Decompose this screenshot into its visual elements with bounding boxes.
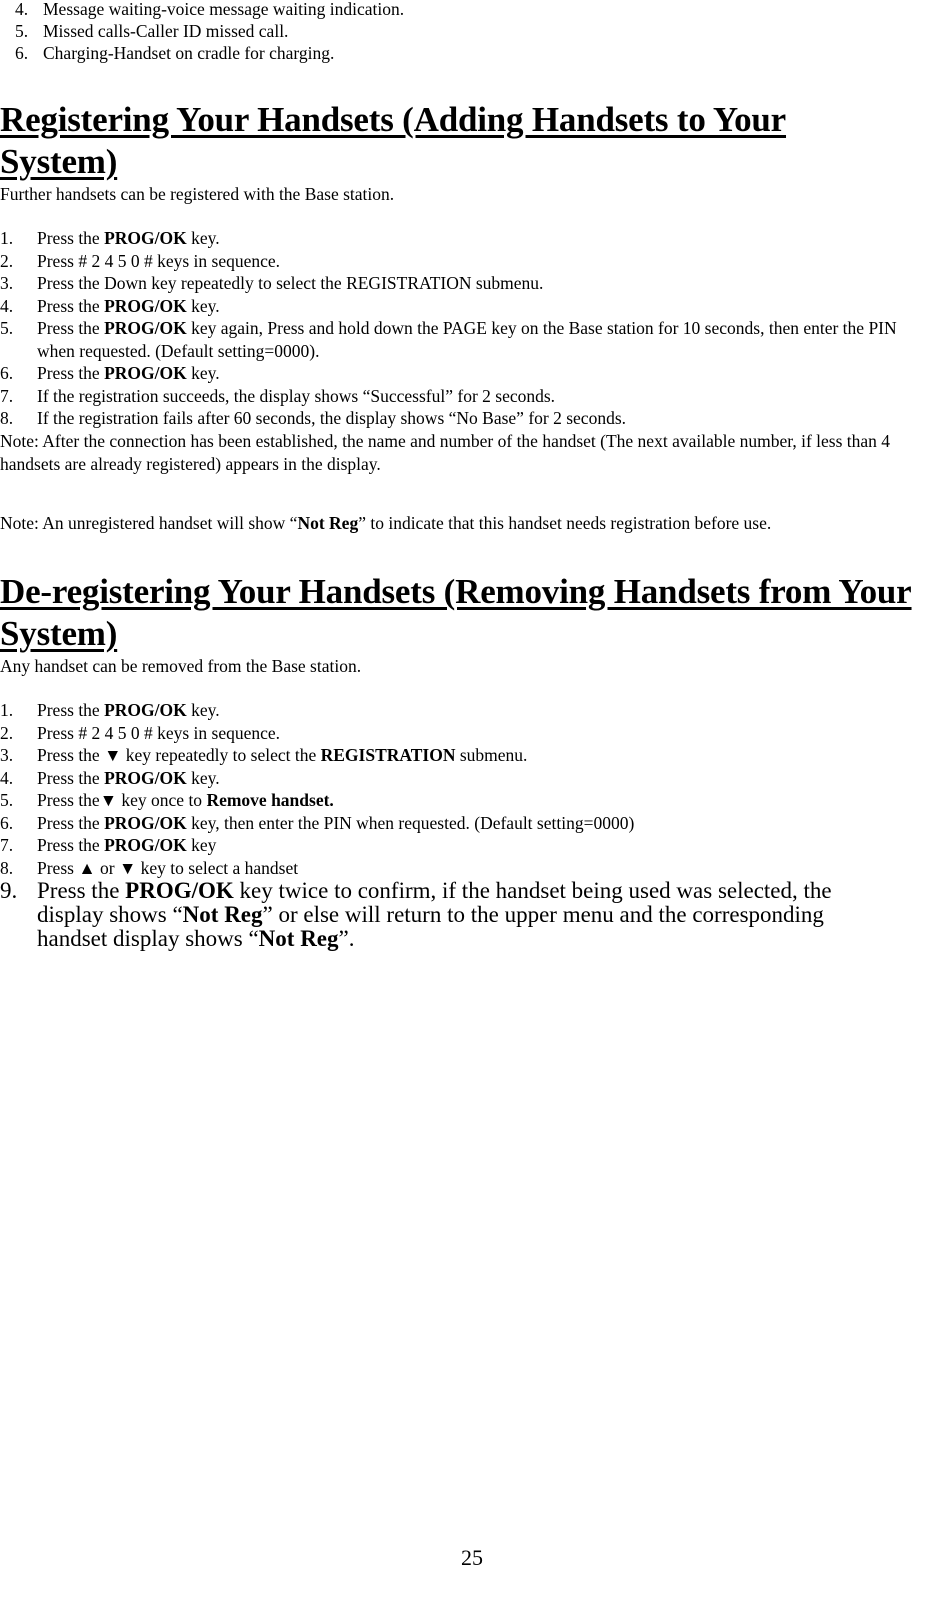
step: 3. Press the ▼ key repeatedly to select … [0, 745, 528, 765]
unregistered-note: Note: An unregistered handset will show … [0, 513, 772, 533]
status-icon-list: 4. Message waiting-voice message waiting … [15, 0, 404, 64]
list-item: 4. Message waiting-voice message waiting … [15, 0, 405, 19]
page-number: 25 [461, 1545, 483, 1570]
register-steps: 1. Press the PROG/OK key. 2. Press # 2 4 5… [0, 227, 927, 430]
step: 1. Press the PROG/OK key. [0, 700, 220, 720]
step: 9. Press the PROG/OK key twice to confirm… [0, 878, 832, 951]
step: 8. If the registration fails after 60 sec… [0, 408, 627, 428]
step: 7. If the registration succeeds, the disp… [0, 385, 556, 406]
list-item: 6. Charging-Handset on cradle for chargin… [15, 43, 335, 63]
step: 5. Press the PROG/OK key again, Press and… [0, 318, 897, 361]
step: 4. Press the PROG/OK key. [0, 295, 220, 316]
deregister-intro: Any handset can be removed from the Base… [0, 656, 362, 676]
deregister-heading: De-registering Your Handsets (Removing H… [0, 572, 912, 653]
register-note: Note: After the connection has been esta… [0, 431, 891, 474]
step: 2. Press # 2 4 5 0 # keys in sequence. [0, 250, 281, 271]
step: 2. Press # 2 4 5 0 # keys in sequence. [0, 722, 281, 743]
deregister-section: De-registering Your Handsets (Removing H… [0, 571, 944, 678]
step: 4. Press the PROG/OK key. [0, 767, 220, 788]
step: 1. Press the PROG/OK key. [0, 228, 220, 248]
deregister-steps: 1. Press the PROG/OK key. 2. Press # 2 4 5… [0, 699, 897, 951]
step: 8. Press ▲ or ▼ key to select a handset [0, 857, 299, 878]
step: 5. Press the▼ key once to Remove handset. [0, 790, 334, 810]
register-intro: Further handsets can be registered with … [0, 184, 395, 204]
step: 6. Press the PROG/OK key. [0, 363, 220, 383]
step: 3. Press the Down key repeatedly to selec… [0, 273, 544, 293]
register-heading: Registering Your Handsets (Adding Handse… [0, 100, 787, 181]
list-item: 5. Missed calls-Caller ID missed call. [15, 21, 289, 41]
step: 6. Press the PROG/OK key, then enter the … [0, 812, 635, 833]
step: 7. Press the PROG/OK key [0, 835, 217, 855]
register-section: Registering Your Handsets (Adding Handse… [0, 99, 944, 206]
